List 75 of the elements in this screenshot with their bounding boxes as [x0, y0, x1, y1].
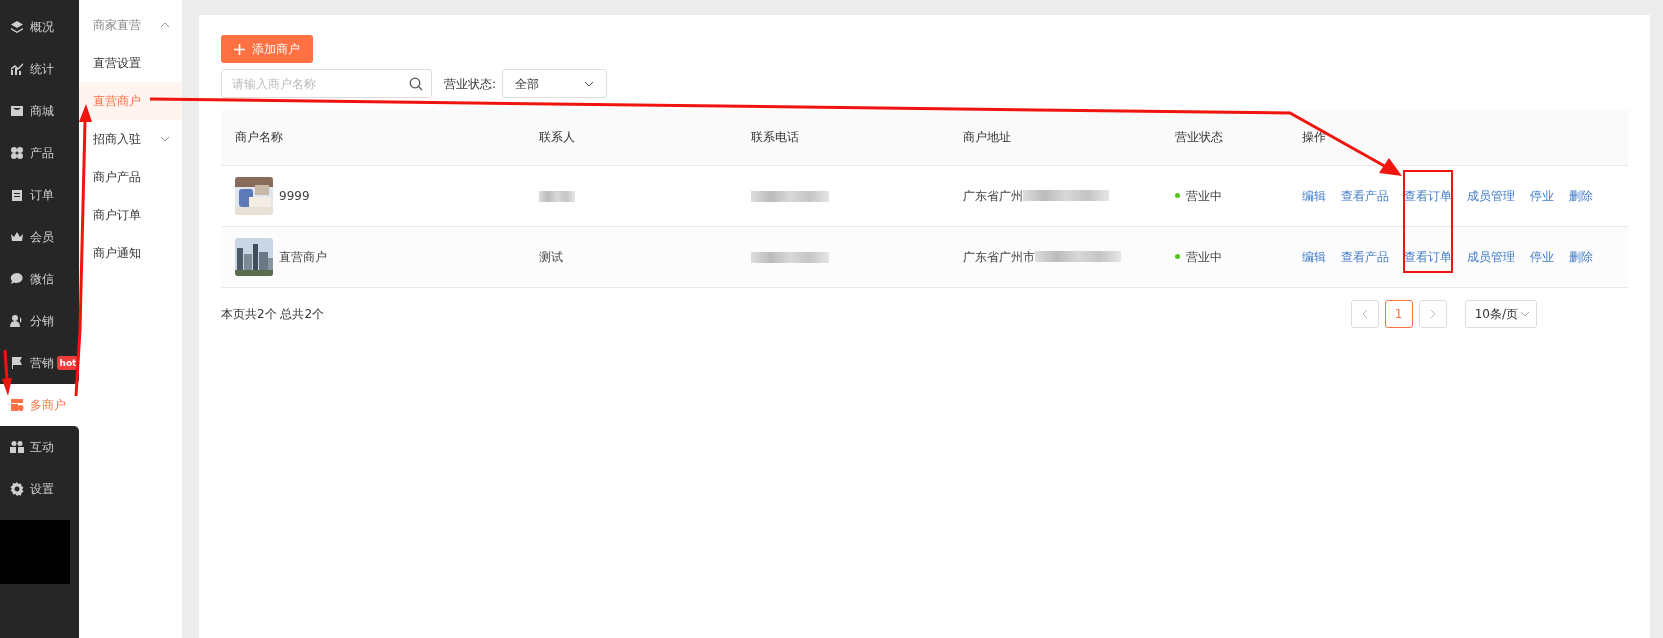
chevron-down-icon: [1520, 310, 1530, 317]
search-box[interactable]: 请输入商户名称: [221, 69, 432, 98]
chat-icon: [10, 272, 24, 286]
plus-icon: [234, 43, 245, 55]
flag-icon: [10, 356, 24, 370]
nav-item[interactable]: 分销: [0, 300, 80, 342]
chevron-right-icon: [1429, 308, 1436, 319]
contact-name: 测试: [539, 249, 563, 264]
action-link[interactable]: 编辑: [1302, 247, 1326, 266]
crown-icon: [10, 230, 24, 244]
annotation-arrow: [2, 349, 12, 396]
bag-icon: [10, 104, 24, 118]
nav-item[interactable]: 统计: [0, 48, 80, 90]
nav-item[interactable]: 产品: [0, 132, 80, 174]
grid-icon: [10, 146, 24, 160]
menu-item[interactable]: 直营设置: [79, 44, 182, 82]
status-text: 营业中: [1186, 248, 1222, 266]
chart-icon: [10, 62, 24, 76]
prev-button[interactable]: [1350, 299, 1379, 328]
search-icon[interactable]: [409, 76, 423, 91]
status-dot: [1175, 254, 1180, 259]
chevron-down-icon: [160, 136, 170, 142]
people-icon: [10, 440, 24, 454]
action-link[interactable]: 删除: [1569, 247, 1593, 266]
page-size-select[interactable]: 10条/页: [1464, 299, 1537, 328]
column-header: 联系人: [539, 130, 575, 145]
column-header: 联系电话: [751, 130, 799, 145]
filter-label: 营业状态:: [444, 75, 497, 93]
menu-group[interactable]: 商家直营: [79, 6, 182, 44]
column-header: 商户名称: [235, 130, 283, 145]
next-button[interactable]: [1418, 299, 1447, 328]
store-icon: [10, 398, 24, 412]
action-link[interactable]: 成员管理: [1467, 186, 1515, 205]
clipboard-icon: [10, 188, 24, 202]
chevron-up-icon: [160, 22, 170, 28]
nav-item[interactable]: 微信: [0, 258, 80, 300]
chevron-down-icon: [584, 80, 595, 87]
menu-item[interactable]: 商户产品: [79, 158, 182, 196]
nav-item[interactable]: 会员: [0, 216, 80, 258]
nav-item[interactable]: 概况: [0, 0, 80, 48]
nav-item[interactable]: 订单: [0, 174, 80, 216]
action-link[interactable]: 编辑: [1302, 186, 1326, 205]
status-dot: [1175, 193, 1180, 198]
action-link[interactable]: 查看产品: [1341, 247, 1389, 266]
chevron-left-icon: [1361, 308, 1368, 319]
merchant-name: 9999: [279, 187, 310, 205]
action-link[interactable]: 停业: [1530, 186, 1554, 205]
action-link[interactable]: 查看产品: [1341, 186, 1389, 205]
column-header: 营业状态: [1175, 130, 1223, 145]
layers-icon: [10, 20, 24, 34]
menu-item[interactable]: 商户订单: [79, 196, 182, 234]
blurred-text: [539, 190, 575, 202]
merchant-name: 直营商户: [279, 248, 327, 266]
hot-badge: hot: [57, 356, 79, 370]
gear-icon: [10, 482, 24, 496]
user-icon: [10, 314, 24, 328]
menu-item[interactable]: 商户通知: [79, 234, 182, 272]
action-link[interactable]: 停业: [1530, 247, 1554, 266]
action-link[interactable]: 查看订单: [1404, 247, 1452, 266]
nav-item[interactable]: 商城: [0, 90, 80, 132]
address-text: 广东省广州: [963, 187, 1023, 205]
page-summary: 本页共2个 总共2个: [221, 305, 325, 323]
nav-item[interactable]: 互动: [0, 426, 80, 468]
action-link[interactable]: 成员管理: [1467, 247, 1515, 266]
column-header: 操作: [1302, 130, 1326, 145]
status-text: 营业中: [1186, 187, 1222, 205]
action-link[interactable]: 删除: [1569, 186, 1593, 205]
address-text: 广东省广州市: [963, 248, 1035, 266]
action-link[interactable]: 查看订单: [1404, 186, 1452, 205]
nav-item[interactable]: 设置: [0, 468, 80, 510]
column-header: 商户地址: [963, 130, 1011, 145]
menu-group[interactable]: 招商入驻: [79, 120, 182, 158]
redacted-area: [0, 520, 70, 584]
nav-item[interactable]: 营销 hot: [0, 342, 80, 384]
status-select[interactable]: 全部: [502, 69, 608, 98]
